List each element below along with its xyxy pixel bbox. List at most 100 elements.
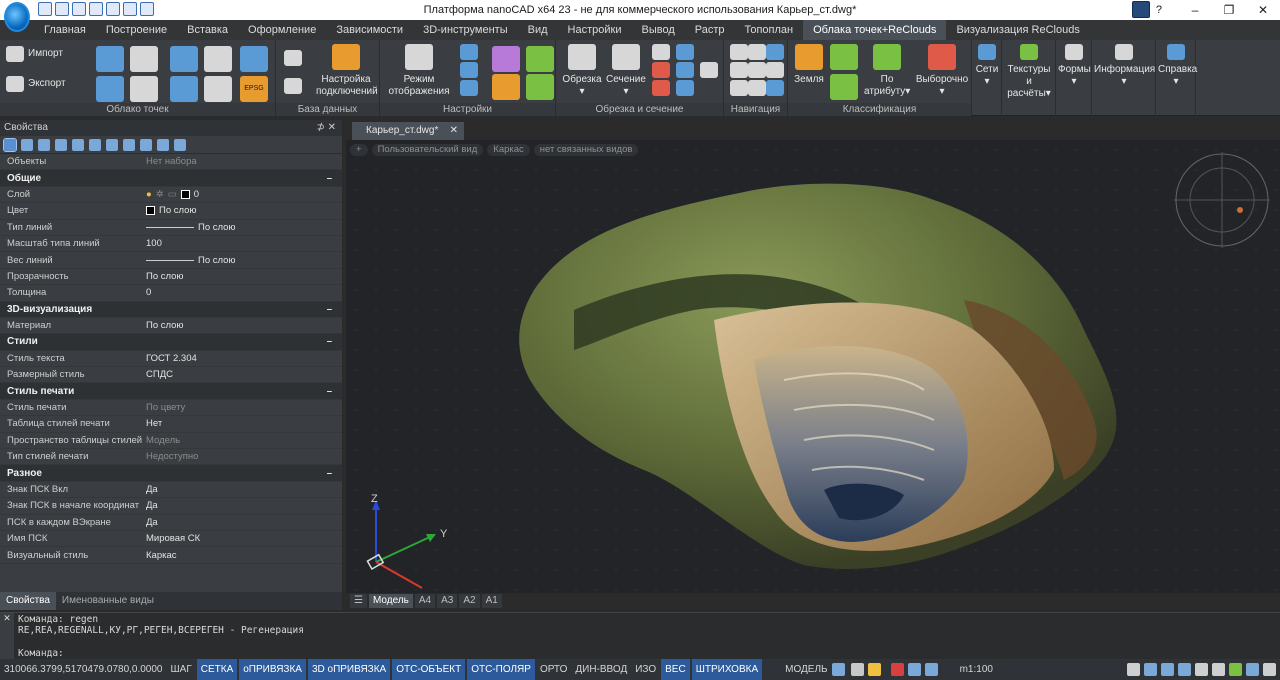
- prop-row-material[interactable]: Материал По слою: [0, 318, 342, 335]
- object-tracking-toggle[interactable]: ОТС-ОБЪЕКТ: [392, 659, 466, 680]
- orbit-icon[interactable]: [1195, 663, 1208, 676]
- cut-button[interactable]: Обрезка ▾: [560, 44, 604, 98]
- hatch-toggle[interactable]: ШТРИХОВКА: [691, 659, 763, 680]
- settings-icon[interactable]: [1263, 663, 1276, 676]
- prop-row-objects[interactable]: Объекты Нет набора: [0, 154, 342, 171]
- nets-button[interactable]: Сети ▾: [974, 44, 1000, 88]
- osnap-3d-toggle[interactable]: 3D оПРИВЯЗКА: [307, 659, 391, 680]
- coordinates-readout[interactable]: 310066.3799,5170479.0780,0.0000: [0, 659, 167, 680]
- select-add-icon[interactable]: [3, 137, 17, 152]
- info-button[interactable]: Информация ▾: [1094, 44, 1155, 88]
- tab-a4[interactable]: A4: [414, 594, 436, 608]
- brush-icon[interactable]: [492, 74, 520, 100]
- select-frame-icon[interactable]: [38, 138, 50, 151]
- polygon-icon[interactable]: [204, 46, 232, 72]
- pointer-select-icon[interactable]: [21, 138, 33, 151]
- select-dim-icon[interactable]: [106, 138, 118, 151]
- zoom-icon[interactable]: [748, 80, 766, 96]
- view-compass[interactable]: [1172, 150, 1272, 250]
- viewport-menu[interactable]: +: [350, 144, 368, 156]
- app-logo-icon[interactable]: [4, 2, 30, 32]
- cloud-transform-icon[interactable]: [204, 76, 232, 102]
- section-misc[interactable]: Разное –: [0, 465, 342, 482]
- prop-row-text-style[interactable]: Стиль текста ГОСТ 2.304: [0, 351, 342, 368]
- close-button[interactable]: ✕: [1246, 0, 1280, 20]
- tab-point-clouds[interactable]: Облака точек+ReClouds: [803, 20, 947, 40]
- prop-row-ucs-on[interactable]: Знак ПСК Вкл Да: [0, 482, 342, 499]
- annotation-icon[interactable]: [850, 663, 864, 676]
- tab-topoplan[interactable]: Топоплан: [735, 20, 804, 40]
- prop-row-ucs-viewport[interactable]: ПСК в каждом ВЭкране Да: [0, 515, 342, 531]
- model-space-toggle[interactable]: МОДЕЛЬ: [781, 659, 831, 680]
- tab-output[interactable]: Вывод: [631, 20, 684, 40]
- tab-view[interactable]: Вид: [518, 20, 558, 40]
- export-button[interactable]: Экспорт: [6, 76, 66, 92]
- pointer-icon[interactable]: [730, 44, 748, 60]
- cloud-edit-icon[interactable]: [130, 76, 158, 102]
- display-mode-button[interactable]: Режим отображения: [384, 44, 454, 98]
- prop-row-linetype[interactable]: Тип линий По слою: [0, 220, 342, 236]
- arrows-icon[interactable]: [676, 80, 694, 96]
- layout-list-icon[interactable]: ☰: [350, 594, 367, 608]
- tab-model[interactable]: Модель: [368, 594, 413, 608]
- zoom-extents-icon[interactable]: [1178, 663, 1191, 676]
- pan-icon[interactable]: [730, 80, 748, 96]
- close-tab-icon[interactable]: ✕: [450, 122, 458, 140]
- connection-settings-button[interactable]: Настройка подключений: [316, 44, 378, 98]
- tab-insert[interactable]: Вставка: [177, 20, 238, 40]
- workspace-icon[interactable]: [831, 663, 845, 676]
- collapse-icon[interactable]: –: [327, 304, 332, 315]
- command-input[interactable]: Команда:: [18, 648, 64, 659]
- collapse-icon[interactable]: –: [327, 336, 332, 347]
- prop-row-ltscale[interactable]: Масштаб типа линий 100: [0, 236, 342, 253]
- prop-row-thickness[interactable]: Толщина 0: [0, 285, 342, 302]
- visual-style-dropdown[interactable]: Каркас: [487, 144, 530, 156]
- help-icon[interactable]: [174, 138, 186, 151]
- prop-row-color[interactable]: Цвет По слою: [0, 203, 342, 220]
- cube-nav-icon[interactable]: [766, 80, 784, 96]
- cloud-attach-icon[interactable]: [96, 46, 124, 72]
- minimize-button[interactable]: –: [1178, 0, 1212, 20]
- ground-button[interactable]: Земля: [790, 44, 828, 86]
- target-icon[interactable]: [766, 62, 784, 78]
- select-similar-icon[interactable]: [72, 138, 84, 151]
- tree-icon[interactable]: [526, 74, 554, 100]
- tab-properties[interactable]: Свойства: [0, 592, 56, 610]
- tab-a1[interactable]: A1: [481, 594, 502, 608]
- snap-toggle[interactable]: ШАГ: [167, 659, 196, 680]
- record-icon[interactable]: [890, 663, 904, 676]
- sheet-icon[interactable]: [676, 44, 694, 60]
- selective-button[interactable]: Выборочно ▾: [914, 44, 970, 98]
- filter-icon[interactable]: [89, 138, 101, 151]
- quick-select-icon[interactable]: [123, 138, 135, 151]
- prop-row-plot-table[interactable]: Таблица стилей печати Нет: [0, 416, 342, 433]
- view-2-icon[interactable]: [460, 62, 478, 78]
- osnap-toggle[interactable]: оПРИВЯЗКА: [239, 659, 306, 680]
- db-cloud-icon[interactable]: [284, 78, 302, 94]
- tab-a2[interactable]: A2: [459, 594, 480, 608]
- prop-row-transparency[interactable]: Прозрачность По слою: [0, 269, 342, 286]
- linked-views-dropdown[interactable]: нет связанных видов: [533, 144, 639, 156]
- lineweight-toggle[interactable]: ВЕС: [661, 659, 690, 680]
- cloud-manager-icon[interactable]: [96, 76, 124, 102]
- points-icon[interactable]: [170, 46, 198, 72]
- section-plot-style[interactable]: Стиль печати –: [0, 383, 342, 400]
- collapse-icon[interactable]: –: [327, 468, 332, 479]
- maximize-button[interactable]: ❐: [1212, 0, 1246, 20]
- tab-a3[interactable]: A3: [437, 594, 458, 608]
- color-brush-icon[interactable]: [492, 46, 520, 72]
- select-window-icon[interactable]: [55, 138, 67, 151]
- pin-close-icon[interactable]: ⊅ ✕: [316, 120, 336, 136]
- tab-build[interactable]: Построение: [96, 20, 177, 40]
- prop-row-plot-type[interactable]: Тип стилей печати Недоступно: [0, 449, 342, 466]
- pie-chart-icon[interactable]: [830, 44, 858, 70]
- tab-raster[interactable]: Растр: [685, 20, 735, 40]
- cut-box-icon[interactable]: [652, 44, 670, 60]
- cube-icon[interactable]: [170, 76, 198, 102]
- command-close-icon[interactable]: ✕: [0, 613, 14, 660]
- orbit-icon[interactable]: [766, 44, 784, 60]
- section-general[interactable]: Общие –: [0, 170, 342, 187]
- layers-icon[interactable]: [700, 62, 718, 78]
- tab-named-views[interactable]: Именованные виды: [56, 592, 160, 610]
- by-attribute-button[interactable]: По атрибуту▾: [864, 44, 910, 98]
